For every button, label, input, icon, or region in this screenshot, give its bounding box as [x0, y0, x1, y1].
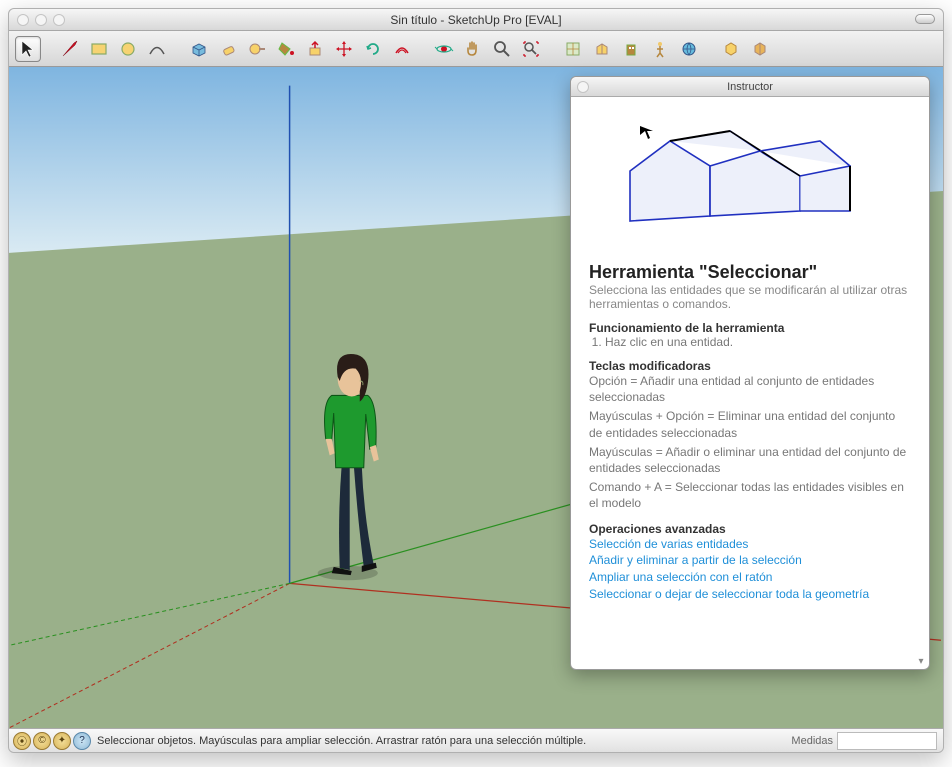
- instructor-title: Instructor: [571, 81, 929, 93]
- line-tool[interactable]: [57, 36, 83, 62]
- measurements-label: Medidas: [791, 735, 833, 747]
- instructor-modifier: Comando + A = Seleccionar todas las enti…: [589, 479, 911, 511]
- rectangle-tool[interactable]: [86, 36, 112, 62]
- instructor-advanced-link[interactable]: Seleccionar o dejar de seleccionar toda …: [589, 586, 911, 603]
- building-maker-tool[interactable]: [618, 36, 644, 62]
- instructor-advanced-link[interactable]: Añadir y eliminar a partir de la selecci…: [589, 552, 911, 569]
- instructor-panel: Instructor Herramienta "Seleccionar" Sel…: [570, 76, 930, 670]
- instructor-description: Selecciona las entidades que se modifica…: [589, 283, 911, 311]
- select-tool[interactable]: [15, 36, 41, 62]
- arc-tool[interactable]: [144, 36, 170, 62]
- figure-tool[interactable]: [647, 36, 673, 62]
- instructor-operation-title: Funcionamiento de la herramienta: [589, 321, 911, 335]
- instructor-advanced-link[interactable]: Ampliar una selección con el ratón: [589, 569, 911, 586]
- rotate-tool[interactable]: [360, 36, 386, 62]
- instructor-operation-step: Haz clic en una entidad.: [605, 335, 911, 349]
- titlebar: Sin título - SketchUp Pro [EVAL]: [9, 9, 943, 31]
- status-icon-credits[interactable]: ©: [33, 732, 51, 750]
- instructor-titlebar: Instructor: [571, 77, 929, 97]
- statusbar: ⦿ © ✦ ? Seleccionar objetos. Mayúsculas …: [9, 728, 943, 752]
- zoom-tool[interactable]: [489, 36, 515, 62]
- instructor-modifier: Mayúsculas + Opción = Eliminar una entid…: [589, 408, 911, 440]
- get-models-tool[interactable]: [589, 36, 615, 62]
- instructor-modifiers-title: Teclas modificadoras: [589, 359, 911, 373]
- status-icon-help[interactable]: ?: [73, 732, 91, 750]
- window-title: Sin título - SketchUp Pro [EVAL]: [9, 13, 943, 27]
- instructor-modifier: Opción = Añadir una entidad al conjunto …: [589, 373, 911, 405]
- toolbar-toggle-button[interactable]: [915, 14, 935, 24]
- eraser-tool[interactable]: [215, 36, 241, 62]
- make-component-tool[interactable]: [186, 36, 212, 62]
- instructor-advanced-title: Operaciones avanzadas: [589, 522, 911, 536]
- tape-measure-tool[interactable]: [244, 36, 270, 62]
- offset-tool[interactable]: [389, 36, 415, 62]
- instructor-modifier: Mayúsculas = Añadir o eliminar una entid…: [589, 444, 911, 476]
- zoom-extents-tool[interactable]: [518, 36, 544, 62]
- status-icon-claim[interactable]: ✦: [53, 732, 71, 750]
- paint-bucket-tool[interactable]: [273, 36, 299, 62]
- globe-tool[interactable]: [676, 36, 702, 62]
- orbit-tool[interactable]: [431, 36, 457, 62]
- extension-tool[interactable]: [718, 36, 744, 62]
- zoom-window-button[interactable]: [53, 14, 65, 26]
- instructor-heading: Herramienta "Seleccionar": [589, 262, 911, 283]
- move-tool[interactable]: [331, 36, 357, 62]
- pan-tool[interactable]: [460, 36, 486, 62]
- measurements-input[interactable]: [837, 732, 937, 750]
- minimize-window-button[interactable]: [35, 14, 47, 26]
- add-location-tool[interactable]: [560, 36, 586, 62]
- status-hint: Seleccionar objetos. Mayúsculas para amp…: [97, 735, 791, 747]
- circle-tool[interactable]: [115, 36, 141, 62]
- scroll-down-icon[interactable]: ▾: [913, 653, 929, 669]
- extension2-tool[interactable]: [747, 36, 773, 62]
- instructor-illustration: [589, 111, 911, 251]
- main-toolbar: [9, 31, 943, 67]
- status-icon-geolocation[interactable]: ⦿: [13, 732, 31, 750]
- push-pull-tool[interactable]: [302, 36, 328, 62]
- instructor-advanced-link[interactable]: Selección de varias entidades: [589, 536, 911, 553]
- close-window-button[interactable]: [17, 14, 29, 26]
